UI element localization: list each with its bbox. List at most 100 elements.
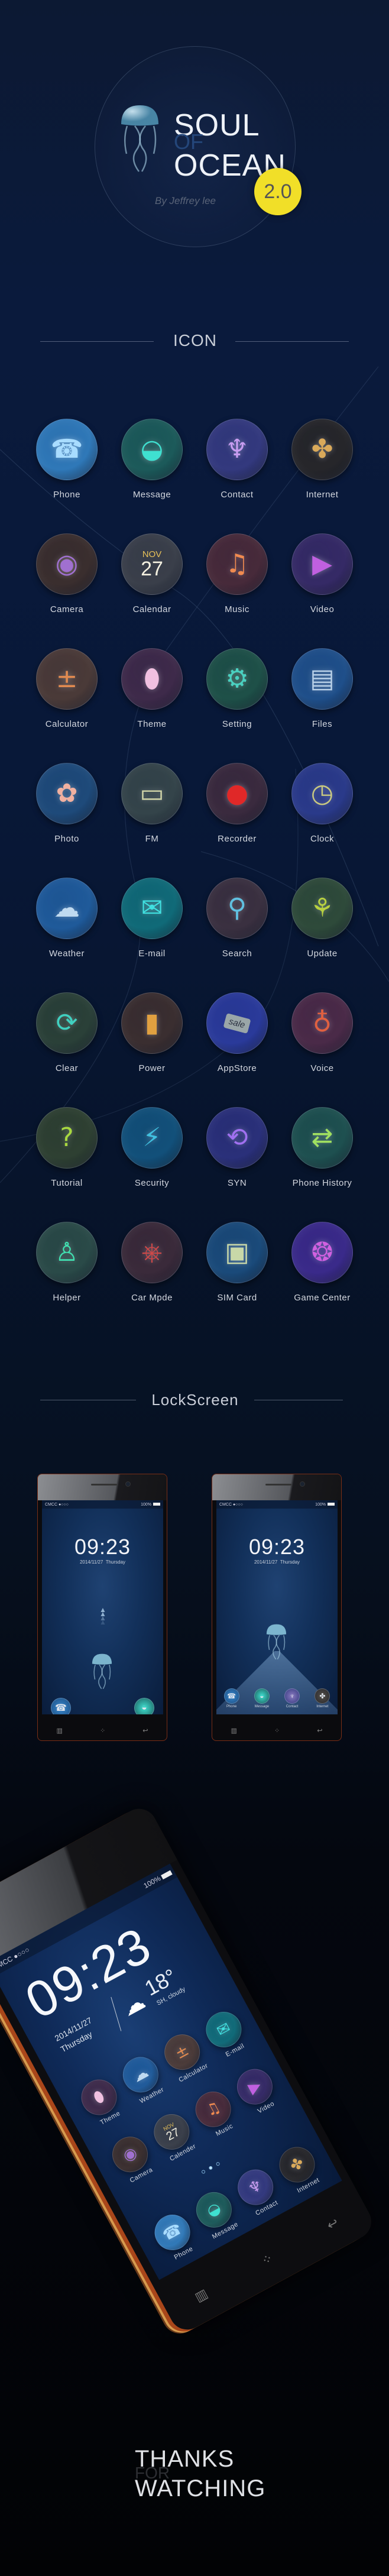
message-bubble-glyph: ◒ bbox=[203, 2199, 225, 2221]
weekday-text: Thursday bbox=[280, 1559, 300, 1565]
radio-icon: ▭ bbox=[121, 763, 183, 824]
app-label: Camera bbox=[50, 604, 84, 614]
app-label: Music bbox=[225, 604, 249, 614]
phone-history-glyph: ⇄ bbox=[311, 1122, 333, 1153]
battery-level: 100% bbox=[315, 1502, 326, 1507]
app-icon-game-center[interactable]: ❂ Game Center bbox=[280, 1222, 365, 1336]
menu-key-icon[interactable]: ▥ bbox=[193, 2286, 210, 2305]
dock-item-phone[interactable]: ☎ Phone bbox=[218, 1688, 246, 1708]
microphone-icon: ♁ bbox=[291, 992, 353, 1054]
update-jellyfish-glyph: ⚘ bbox=[310, 893, 334, 923]
back-key-icon[interactable]: ↩ bbox=[325, 2215, 341, 2234]
contact-jellyfish-icon: ♆ bbox=[206, 419, 268, 480]
lock-shortcut-phone-icon[interactable]: ☎ bbox=[51, 1698, 71, 1714]
lock-shortcut-message-icon[interactable]: ◒ bbox=[134, 1698, 154, 1714]
app-icon-camera[interactable]: ◉ Camera bbox=[24, 533, 109, 648]
app-icon-power[interactable]: ▮ Power bbox=[109, 992, 194, 1107]
author-credit: By Jeffrey lee bbox=[155, 195, 216, 206]
app-icon-recorder[interactable]: ● Recorder bbox=[194, 763, 280, 878]
app-icon-syn[interactable]: ⟲ SYN bbox=[194, 1107, 280, 1222]
cloud-icon: ☁ bbox=[36, 878, 98, 939]
app-icon-sim-card[interactable]: ▣ SIM Card bbox=[194, 1222, 280, 1336]
message-bubble-icon: ◒ bbox=[121, 419, 183, 480]
showcase-page: SOUL OF OCEAN 2.0 By Jeffrey lee ICON ☎ P… bbox=[0, 0, 389, 2576]
nav-keys: ▥ ⁘ ↩ bbox=[38, 1727, 167, 1734]
menu-key-icon[interactable]: ▥ bbox=[231, 1727, 237, 1734]
update-jellyfish-icon: ⚘ bbox=[291, 878, 353, 939]
app-icon-fm[interactable]: ▭ FM bbox=[109, 763, 194, 878]
sim-card-icon: ▣ bbox=[206, 1222, 268, 1283]
sale-tag-icon: sale bbox=[206, 992, 268, 1054]
app-icon-tutorial[interactable]: ? Tutorial bbox=[24, 1107, 109, 1222]
dock-item-message[interactable]: ◒ Message bbox=[248, 1688, 276, 1708]
app-icon-weather[interactable]: ☁ Weather bbox=[24, 878, 109, 992]
app-icon-phone[interactable]: ☎ Phone bbox=[24, 419, 109, 533]
app-icon-photo[interactable]: ✿ Photo bbox=[24, 763, 109, 878]
shield-icon: ⚡ bbox=[121, 1107, 183, 1169]
app-icon-music[interactable]: ♫ Music bbox=[194, 533, 280, 648]
app-icon-car-mpde[interactable]: ⎈ Car Mpde bbox=[109, 1222, 194, 1336]
envelope-glyph: ✉ bbox=[213, 2018, 234, 2041]
app-label: Phone bbox=[53, 490, 80, 500]
app-icon-search[interactable]: ⚲ Search bbox=[194, 878, 280, 992]
app-icon-security[interactable]: ⚡ Security bbox=[109, 1107, 194, 1222]
camera-lens-icon: ◉ bbox=[36, 533, 98, 595]
envelope-glyph: ✉ bbox=[141, 893, 163, 923]
app-label: Video bbox=[310, 604, 335, 614]
home-key-icon[interactable]: ⁘ bbox=[274, 1727, 280, 1734]
menu-key-icon[interactable]: ▥ bbox=[57, 1727, 63, 1734]
weekday-text: Thursday bbox=[105, 1559, 126, 1565]
app-icon-video[interactable]: ▶ Video bbox=[280, 533, 365, 648]
theme-drop-glyph: ⬮ bbox=[90, 2087, 108, 2108]
app-icon-message[interactable]: ◒ Message bbox=[109, 419, 194, 533]
app-label: Calendar bbox=[132, 604, 171, 614]
video-play-glyph: ▶ bbox=[245, 2076, 264, 2098]
gear-glyph: ⚙ bbox=[225, 664, 249, 694]
app-label: Photo bbox=[54, 834, 79, 844]
swipe-up-chevrons-icon: ▲ ▲ ▲ ▲ bbox=[99, 1606, 106, 1626]
app-icon-helper[interactable]: ♙ Helper bbox=[24, 1222, 109, 1336]
back-key-icon[interactable]: ↩ bbox=[317, 1727, 322, 1734]
unlock-jellyfish-handle[interactable] bbox=[265, 1623, 288, 1662]
app-icon-appstore[interactable]: sale AppStore bbox=[194, 992, 280, 1107]
app-icon-calendar[interactable]: NOV 27 Calendar bbox=[109, 533, 194, 648]
unlock-jellyfish-handle[interactable] bbox=[90, 1653, 114, 1692]
dock-item-internet[interactable]: ✤ Internet bbox=[308, 1688, 336, 1708]
app-icon-clear[interactable]: ⟳ Clear bbox=[24, 992, 109, 1107]
steering-wheel-glyph: ⎈ bbox=[141, 1237, 163, 1267]
home-key-icon[interactable]: ⁘ bbox=[259, 2251, 275, 2269]
front-camera bbox=[125, 1481, 131, 1487]
battery-level: 100% bbox=[141, 1502, 151, 1507]
phone-jellyfish-glyph: ☎ bbox=[50, 434, 83, 464]
app-icon-phone-history[interactable]: ⇄ Phone History bbox=[280, 1107, 365, 1222]
app-icon-setting[interactable]: ⚙ Setting bbox=[194, 648, 280, 763]
app-label: Tutorial bbox=[51, 1178, 83, 1188]
app-icon-voice[interactable]: ♁ Voice bbox=[280, 992, 365, 1107]
app-icon-contact[interactable]: ♆ Contact bbox=[194, 419, 280, 533]
app-label: Voice bbox=[310, 1063, 334, 1073]
app-icon-files[interactable]: ▤ Files bbox=[280, 648, 365, 763]
app-label: Power bbox=[138, 1063, 166, 1073]
home-key-icon[interactable]: ⁘ bbox=[100, 1727, 105, 1734]
microphone-glyph: ♁ bbox=[312, 1008, 332, 1038]
video-play-glyph: ▶ bbox=[312, 549, 332, 579]
internet-pinwheel-icon: ✤ bbox=[291, 419, 353, 480]
back-key-icon[interactable]: ↩ bbox=[142, 1727, 148, 1734]
app-icon-e-mail[interactable]: ✉ E-mail bbox=[109, 878, 194, 992]
app-icon-calculator[interactable]: ± Calculator bbox=[24, 648, 109, 763]
dock-item-contact[interactable]: ♆ Contact bbox=[278, 1688, 306, 1708]
app-icon-clock[interactable]: ◷ Clock bbox=[280, 763, 365, 878]
signal-icon: ●○○○ bbox=[12, 1945, 31, 1961]
lock-clock: 09:23 bbox=[248, 1535, 306, 1559]
music-note-glyph: ♫ bbox=[203, 2098, 224, 2121]
app-icon-theme[interactable]: ⬮ Theme bbox=[109, 648, 194, 763]
magnifier-icon: ⚲ bbox=[206, 878, 268, 939]
sync-cloud-icon: ⟲ bbox=[206, 1107, 268, 1169]
files-glyph: ▤ bbox=[310, 664, 335, 694]
record-icon: ● bbox=[206, 763, 268, 824]
app-icon-update[interactable]: ⚘ Update bbox=[280, 878, 365, 992]
front-camera bbox=[300, 1481, 305, 1487]
app-label: FM bbox=[145, 834, 159, 844]
app-icon-internet[interactable]: ✤ Internet bbox=[280, 419, 365, 533]
magnifier-glyph: ⚲ bbox=[227, 893, 247, 923]
